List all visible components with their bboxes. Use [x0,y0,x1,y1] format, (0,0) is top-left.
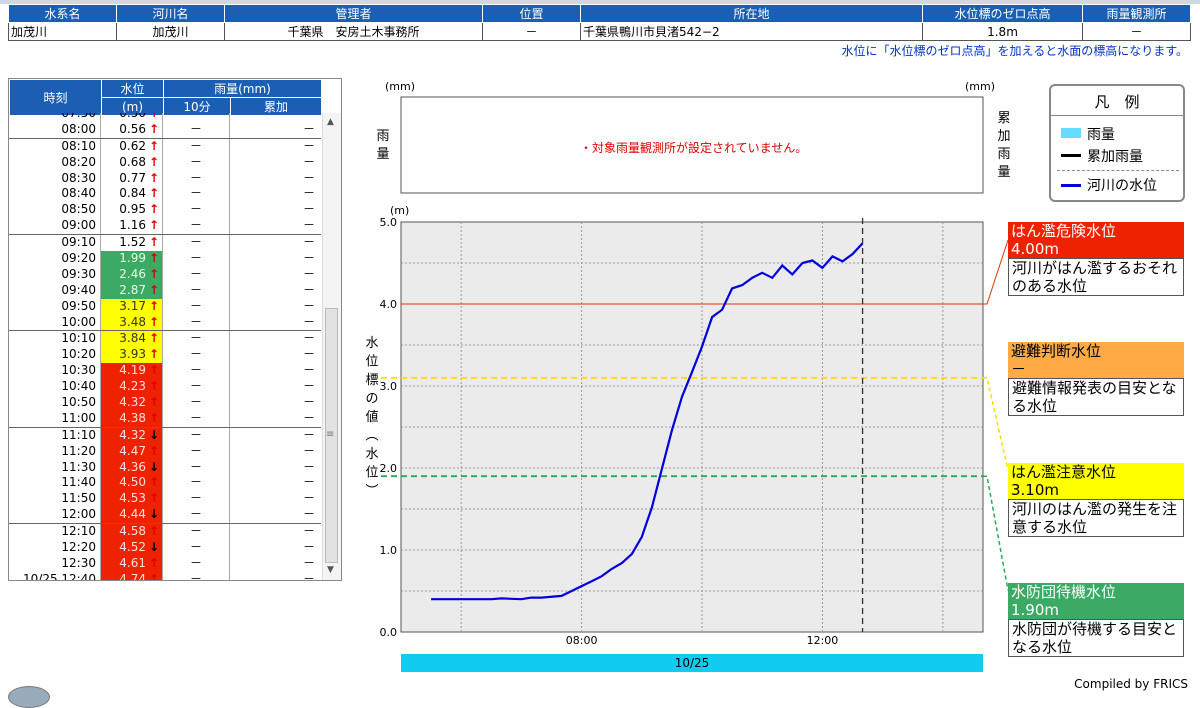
y-unit: (m) [390,204,409,217]
y-axis-label-char: の [365,392,378,407]
threshold-evac-label: 避難判断水位 [1011,342,1102,360]
date-label: 10/25 [675,656,710,670]
y-axis-label-char: 水 [365,447,378,462]
threshold-caution-label: はん濫注意水位 [1011,463,1117,481]
y-tick-label: 2.0 [380,462,398,475]
y-axis-label-char: 標 [365,373,378,388]
caution-connector [983,377,1009,471]
rain-missing-message: ・対象雨量観測所が設定されていません。 [580,140,807,155]
cumulative-rain-swatch-icon [1061,154,1081,157]
y-tick-label: 4.0 [380,298,398,311]
rain-ylabel-right: 累加雨量 [997,111,1010,180]
legend-item-cumulative-rain: 累加雨量 [1087,149,1143,165]
y-axis-label-char: 水 [365,336,378,351]
threshold-evac-desc: 避難情報発表の目安となる水位 [1008,378,1184,416]
y-tick-label: 1.0 [380,544,398,557]
threshold-standby: 水防団待機水位 1.90m 水防団が待機する目安となる水位 [1008,583,1184,657]
threshold-danger-desc: 河川がはん濫するおそれのある水位 [1008,258,1184,296]
rain-ylabel-char: 量 [376,147,389,162]
water-level-swatch-icon [1061,184,1081,187]
threshold-evac-header: 避難判断水位－ [1008,342,1184,378]
threshold-danger-value: 4.00m [1011,240,1060,258]
threshold-caution-desc: 河川のはん濫の発生を注意する水位 [1008,499,1184,537]
legend: 凡 例 雨量 累加雨量 河川の水位 [1049,84,1185,202]
threshold-standby-label: 水防団待機水位 [1011,583,1117,601]
y-axis-ticks: 0.0 1.0 2.0 3.0 4.0 5.0 [380,216,398,639]
rain-swatch-icon [1061,128,1081,138]
threshold-standby-desc: 水防団が待機する目安となる水位 [1008,619,1184,657]
y-tick-label: 5.0 [380,216,398,229]
x-tick-label: 08:00 [566,634,598,647]
y-axis-label-char: ︶ [365,484,378,499]
threshold-danger: はん濫危険水位 4.00m 河川がはん濫するおそれのある水位 [1008,222,1184,296]
rain-ylabel-left: 雨量 [376,129,389,162]
y-axis-label: 水位標の値︵水位︶ [365,336,378,499]
page-icon [8,686,50,708]
threshold-standby-value: 1.90m [1011,601,1060,619]
legend-divider [1051,115,1183,116]
x-axis-ticks: 08:00 12:00 [566,634,839,647]
threshold-evac: 避難判断水位－ 避難情報発表の目安となる水位 [1008,342,1184,416]
legend-item-rain: 雨量 [1087,127,1115,143]
plot-area [400,221,984,633]
threshold-standby-header: 水防団待機水位 1.90m [1008,583,1184,619]
rain-ylabel-char: 加 [997,129,1010,144]
threshold-danger-label: はん濫危険水位 [1011,222,1117,240]
threshold-caution-header: はん濫注意水位 3.10m [1008,463,1184,499]
y-tick-label: 0.0 [380,626,398,639]
threshold-caution-value: 3.10m [1011,481,1060,499]
rain-ylabel-char: 累 [997,111,1010,126]
legend-item-water-level: 河川の水位 [1087,178,1157,194]
threshold-danger-header: はん濫危険水位 4.00m [1008,222,1184,258]
rain-ylabel-char: 量 [997,165,1010,180]
footer-credit: Compiled by FRICS [1074,677,1188,691]
y-axis-label-char: 値 [365,409,378,425]
standby-connector [983,475,1009,591]
legend-title: 凡 例 [1094,93,1140,111]
legend-dashed-divider [1057,170,1179,171]
danger-connector [983,239,1009,305]
rain-ylabel-char: 雨 [997,147,1010,162]
threshold-caution: はん濫注意水位 3.10m 河川のはん濫の発生を注意する水位 [1008,463,1184,537]
threshold-connectors [983,239,1009,591]
y-axis-label-char: 位 [365,466,378,481]
y-tick-label: 3.0 [380,380,398,393]
rain-ylabel-char: 雨 [376,129,389,144]
y-axis-label-char: 位 [365,355,378,370]
threshold-evac-value: － [1011,360,1027,378]
y-axis-label-char: ︵ [365,429,378,444]
rain-unit-left: (mm) [385,80,415,93]
x-tick-label: 12:00 [807,634,839,647]
rain-unit-right: (mm) [965,80,995,93]
